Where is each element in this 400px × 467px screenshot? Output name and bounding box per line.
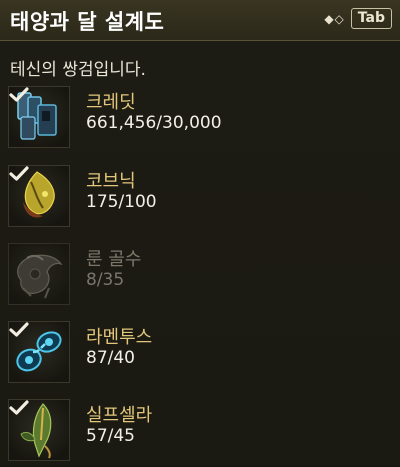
item-slot [8, 86, 70, 148]
checkmark-icon [9, 87, 29, 102]
checkmark-icon [9, 400, 29, 415]
checkmark-icon [9, 322, 29, 337]
item-count: 661,456/30,000 [86, 113, 222, 133]
item-slot [8, 399, 70, 461]
header-controls: ◆◇ Tab [324, 8, 392, 29]
requirement-item-credits[interactable]: 크레딧 661,456/30,000 [8, 86, 388, 154]
item-slot [8, 165, 70, 227]
requirement-item-rune-marrow[interactable]: 룬 골수 8/35 [8, 243, 388, 311]
item-name: 크레딧 [86, 92, 136, 113]
blueprint-panel: 태양과 달 설계도 ◆◇ Tab 테신의 쌍검입니다. 크레딧 661,456/… [0, 0, 400, 466]
item-name: 룬 골수 [86, 249, 142, 270]
item-count: 87/40 [86, 348, 135, 368]
requirement-item-kovnik[interactable]: 코브닉 175/100 [8, 165, 388, 233]
diamond-indicator-icon: ◆◇ [324, 11, 345, 26]
item-name: 코브닉 [86, 171, 136, 192]
panel-title: 태양과 달 설계도 [10, 10, 165, 34]
requirement-item-sylphsela[interactable]: 실프셀라 57/45 [8, 399, 388, 467]
tab-hotkey-button[interactable]: Tab [350, 8, 392, 29]
checkmark-icon [9, 166, 29, 181]
item-count: 175/100 [86, 192, 157, 212]
item-name: 실프셀라 [86, 405, 153, 426]
panel-header: 태양과 달 설계도 ◆◇ Tab [0, 0, 400, 41]
item-count: 57/45 [86, 426, 135, 446]
item-name: 라멘투스 [86, 327, 153, 348]
item-count: 8/35 [86, 270, 125, 290]
item-slot [8, 321, 70, 383]
item-slot [8, 243, 70, 305]
rune-marrow-icon [17, 254, 63, 299]
item-description: 테신의 쌍검입니다. [10, 60, 146, 80]
requirement-item-lamentus[interactable]: 라멘투스 87/40 [8, 321, 388, 389]
